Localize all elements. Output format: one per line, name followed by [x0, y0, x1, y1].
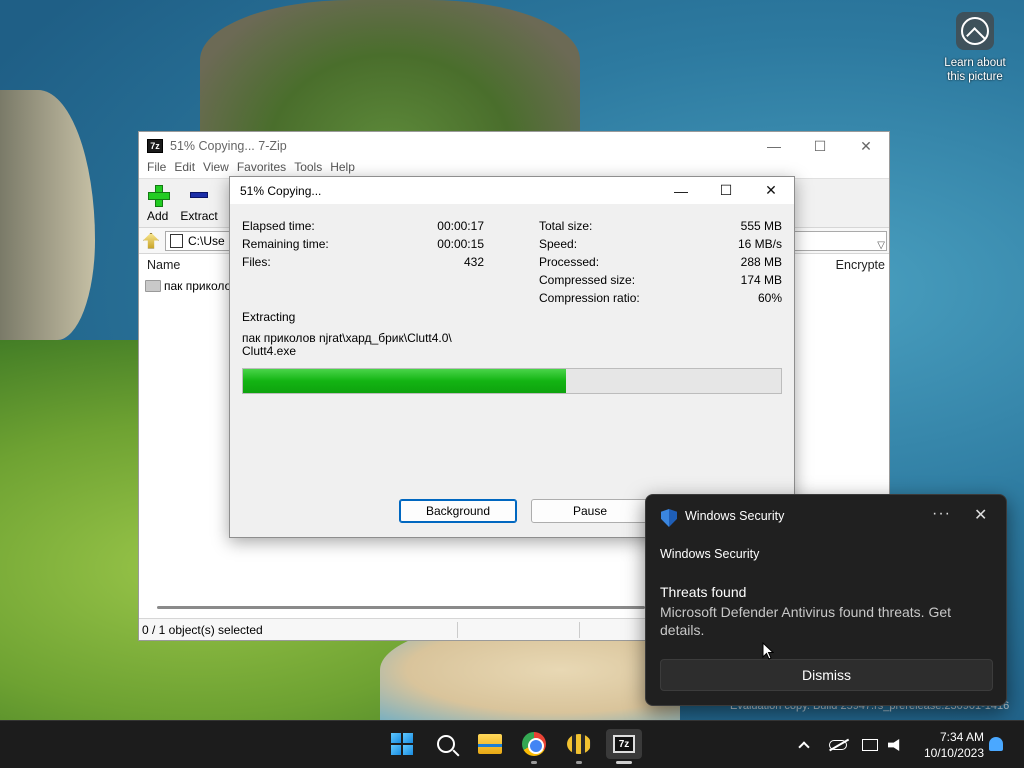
minimize-icon[interactable]: — — [751, 132, 797, 160]
7zip-icon: 7z — [613, 735, 635, 753]
column-encrypted[interactable]: Encrypte — [836, 258, 885, 272]
close-icon[interactable]: ✕ — [748, 177, 794, 204]
windows-security-toast[interactable]: Windows Security ··· ✕ Windows Security … — [645, 494, 1007, 706]
show-hidden-icons[interactable] — [798, 721, 810, 768]
compression-ratio-value: 60% — [757, 291, 782, 305]
add-label: Add — [147, 209, 169, 223]
camera-info-icon — [956, 12, 994, 50]
7zip-title: 51% Copying... 7-Zip — [170, 139, 287, 153]
close-icon[interactable]: ✕ — [974, 505, 987, 525]
cloud-offline-icon — [829, 740, 847, 750]
bee-icon — [567, 734, 591, 754]
dismiss-button[interactable]: Dismiss — [660, 659, 993, 691]
toast-body: Microsoft Defender Antivirus found threa… — [660, 604, 952, 638]
total-size-label: Total size: — [539, 219, 593, 233]
remaining-label: Remaining time: — [242, 237, 329, 251]
chevron-down-icon[interactable]: ▽ — [877, 240, 885, 251]
speed-value: 16 MB/s — [737, 237, 782, 251]
network-icon — [862, 739, 878, 751]
menu-file[interactable]: File — [143, 160, 170, 178]
background-button[interactable]: Background — [399, 499, 517, 523]
volume-muted-icon — [888, 739, 900, 751]
more-options-icon[interactable]: ··· — [932, 505, 951, 523]
elapsed-value: 00:00:17 — [437, 219, 484, 233]
toast-app-name: Windows Security — [685, 509, 785, 523]
files-label: Files: — [242, 255, 271, 269]
taskbar: 7z 7:34 AM 10/10/2023 — [0, 720, 1024, 768]
chrome-button[interactable] — [519, 729, 549, 759]
address-value: C:\Use — [188, 233, 225, 248]
volume-tray[interactable] — [888, 721, 902, 768]
speed-label: Speed: — [539, 237, 578, 251]
mouse-cursor-icon — [762, 642, 774, 660]
operation-label: Extracting — [242, 310, 296, 324]
maximize-icon[interactable]: ☐ — [703, 177, 749, 204]
running-indicator — [576, 761, 582, 764]
close-icon[interactable]: ✕ — [843, 132, 889, 160]
processed-value: 288 MB — [740, 255, 782, 269]
shield-icon — [661, 509, 677, 527]
status-separator — [579, 622, 580, 638]
remaining-value: 00:00:15 — [437, 237, 484, 251]
learn-about-picture[interactable]: Learn about this picture — [940, 12, 1010, 84]
list-item-name: пак приколо — [164, 279, 232, 293]
file-explorer-button[interactable] — [475, 729, 505, 759]
status-separator — [457, 622, 458, 638]
add-button[interactable]: Add — [147, 185, 170, 223]
up-folder-icon[interactable] — [143, 232, 159, 249]
path-icon — [170, 233, 183, 248]
dialog-title: 51% Copying... — [240, 183, 322, 198]
notification-bell-icon[interactable] — [989, 737, 1003, 751]
compression-ratio-label: Compression ratio: — [539, 291, 640, 305]
file-explorer-icon — [478, 734, 502, 754]
total-size-value: 555 MB — [740, 219, 782, 233]
current-file: Clutt4.exe — [242, 344, 297, 358]
status-text: 0 / 1 object(s) selected — [142, 622, 263, 637]
maximize-icon[interactable]: ☐ — [797, 132, 843, 160]
pause-button[interactable]: Pause — [531, 499, 649, 523]
running-indicator — [531, 761, 537, 764]
toast-heading: Threats found — [660, 584, 747, 600]
onedrive-tray[interactable] — [829, 721, 847, 768]
menu-view[interactable]: View — [199, 160, 233, 178]
search-icon — [437, 735, 455, 753]
clock-time: 7:34 AM — [939, 730, 984, 744]
search-button[interactable] — [431, 729, 461, 759]
compressed-size-value: 174 MB — [740, 273, 782, 287]
windows-logo-icon — [391, 733, 413, 755]
clock[interactable]: 7:34 AM 10/10/2023 — [914, 729, 984, 761]
extract-icon — [190, 192, 209, 198]
add-icon — [147, 185, 170, 207]
minimize-icon[interactable]: — — [658, 177, 704, 204]
processed-label: Processed: — [539, 255, 600, 269]
elapsed-label: Elapsed time: — [242, 219, 315, 233]
progress-bar — [242, 368, 782, 394]
network-tray[interactable] — [862, 721, 878, 768]
7zip-taskbar-button[interactable]: 7z — [606, 729, 642, 759]
extract-button[interactable]: Extract — [180, 185, 218, 223]
progress-bar-fill — [243, 369, 566, 393]
wallpaper-cliff — [200, 0, 580, 150]
active-indicator — [616, 761, 632, 764]
bee-app-button[interactable] — [564, 729, 594, 759]
horizontal-scrollbar[interactable] — [157, 606, 645, 609]
clock-date: 10/10/2023 — [923, 746, 984, 760]
folder-icon — [145, 280, 161, 292]
start-button[interactable] — [387, 729, 417, 759]
menu-edit[interactable]: Edit — [170, 160, 199, 178]
copy-progress-dialog: 51% Copying... — ☐ ✕ Elapsed time: 00:00… — [229, 176, 795, 538]
chevron-up-icon — [798, 741, 810, 753]
chrome-icon — [522, 732, 546, 756]
compressed-size-label: Compressed size: — [539, 273, 636, 287]
current-path: пак приколов njrat\хард_брик\Clutt4.0\ — [242, 331, 452, 345]
files-value: 432 — [463, 255, 484, 269]
learn-label: Learn about this picture — [944, 57, 1006, 83]
7zip-logo-icon: 7z — [147, 139, 163, 153]
extract-label: Extract — [180, 209, 218, 223]
toast-subtitle: Windows Security — [660, 547, 760, 561]
column-name[interactable]: Name — [147, 258, 180, 272]
